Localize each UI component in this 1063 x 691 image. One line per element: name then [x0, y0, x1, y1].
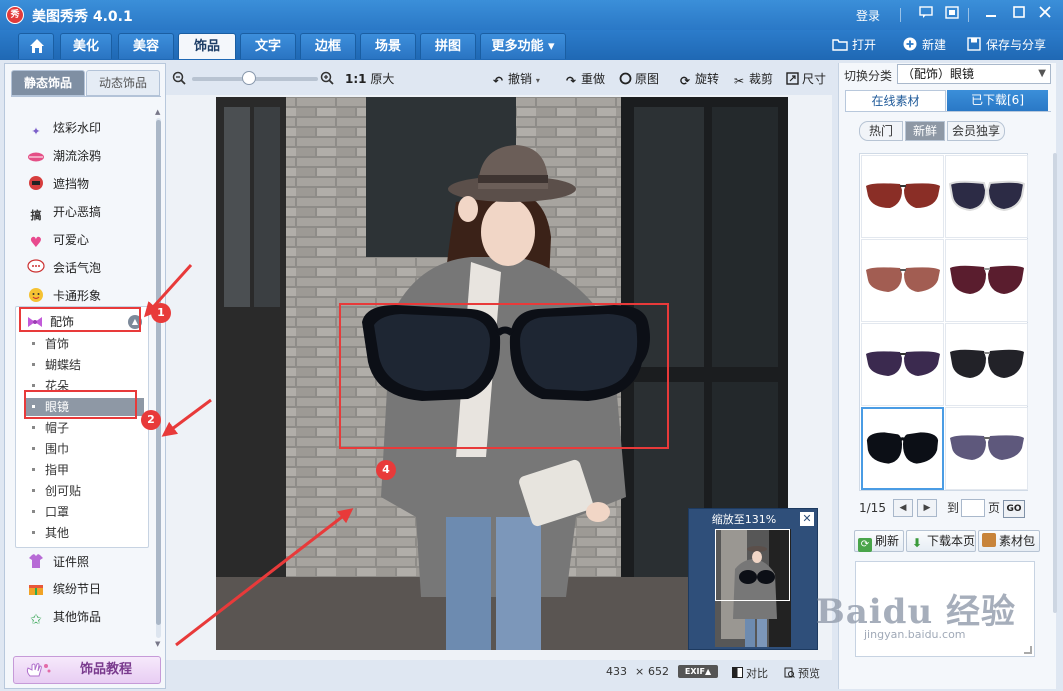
page-indicator: 1/15: [859, 501, 886, 515]
annotation-badge-2: 2: [141, 410, 161, 430]
login-link[interactable]: 登录: [856, 7, 880, 24]
grid-scrollbar[interactable]: [1053, 153, 1057, 613]
watermark-main: Baidu 经验: [816, 592, 1017, 632]
sticker-thumbnail[interactable]: [945, 407, 1028, 490]
sticker-thumbnail[interactable]: [861, 239, 944, 322]
watermark-sub: jingyan.baidu.com: [864, 628, 966, 641]
message-icon[interactable]: [917, 6, 935, 22]
chevron-down-icon: ▼: [1038, 68, 1046, 79]
tab-downloaded-materials[interactable]: 已下载[6]: [947, 90, 1048, 111]
compare-button[interactable]: 对比: [732, 665, 768, 681]
page-suffix-label: 页: [988, 501, 1001, 515]
glasses-category-highlight-box: [24, 390, 137, 419]
accessories-highlight-box: [19, 307, 141, 332]
sticker-thumbnail[interactable]: [861, 155, 944, 238]
image-height: 652: [648, 665, 669, 678]
sticker-thumbnail[interactable]: [861, 323, 944, 406]
minimize-icon[interactable]: [982, 6, 1000, 22]
save-share-label: 保存与分享: [986, 38, 1047, 52]
maximize-icon[interactable]: [1010, 6, 1028, 22]
close-icon[interactable]: [1036, 6, 1054, 22]
category-select[interactable]: （配饰）眼镜 ▼: [897, 64, 1051, 84]
zoom-level-label: 缩放至131%: [711, 513, 777, 526]
new-button[interactable]: 新建: [902, 36, 946, 54]
dimension-separator: ×: [635, 665, 645, 678]
refresh-button[interactable]: ⟳ 刷新: [854, 530, 904, 552]
zoom-navigator[interactable]: 缩放至131% ✕: [688, 508, 818, 650]
resize-grip-icon[interactable]: [1024, 646, 1032, 654]
download-icon: ⬇: [911, 536, 923, 550]
download-page-button[interactable]: ⬇ 下载本页: [906, 530, 976, 552]
sticker-thumbnail[interactable]: [945, 239, 1028, 322]
app-logo-icon: 秀: [6, 6, 24, 24]
navigator-thumbnail[interactable]: [715, 529, 791, 647]
next-page-button[interactable]: ▶: [917, 499, 937, 517]
exif-button[interactable]: EXIF▲: [678, 665, 718, 678]
page-number-input[interactable]: [961, 499, 985, 517]
save-share-button[interactable]: 保存与分享: [966, 36, 1046, 54]
navigator-close-button[interactable]: ✕: [800, 512, 814, 526]
material-pack-button[interactable]: 素材包: [978, 530, 1040, 552]
tab-divider: [845, 111, 1051, 112]
previous-page-button[interactable]: ◀: [893, 499, 913, 517]
compare-icon: [732, 667, 743, 678]
annotation-badge-1: 1: [151, 303, 171, 323]
category-switch-label: 切换分类: [844, 69, 893, 83]
filter-vip[interactable]: 会员独享: [947, 121, 1005, 141]
sticker-thumbnail[interactable]: [945, 323, 1028, 406]
save-icon: [966, 37, 982, 51]
sticker-thumbnail[interactable]: [945, 155, 1028, 238]
sticker-grid: [859, 153, 1028, 491]
title-bar: 秀 美图秀秀 4.0.1 登录: [0, 0, 1063, 30]
sticker-thumbnail-selected[interactable]: [861, 407, 944, 490]
plus-circle-icon: [902, 37, 918, 51]
filter-hot[interactable]: 热门: [859, 121, 903, 141]
image-width: 433: [606, 665, 627, 678]
new-label: 新建: [922, 38, 947, 52]
navigator-viewport[interactable]: [715, 529, 790, 601]
status-bar: 433 × 652 EXIF▲ 对比 预览: [166, 660, 832, 684]
package-icon: [982, 533, 996, 547]
goto-label: 到: [947, 501, 960, 515]
title-separator: [900, 8, 901, 22]
category-select-value: （配饰）眼镜: [902, 67, 975, 81]
filter-new[interactable]: 新鲜: [905, 121, 945, 141]
refresh-icon: ⟳: [858, 538, 872, 552]
tab-online-materials[interactable]: 在线素材: [845, 90, 946, 111]
preview-icon: [784, 667, 795, 678]
go-button[interactable]: GO: [1003, 500, 1025, 518]
title-separator: [968, 8, 969, 22]
skin-icon[interactable]: [943, 6, 961, 22]
canvas-area: 4 缩放至131% ✕: [143, 95, 832, 660]
preview-button[interactable]: 预览: [784, 665, 820, 681]
app-title: 美图秀秀 4.0.1: [32, 9, 133, 25]
